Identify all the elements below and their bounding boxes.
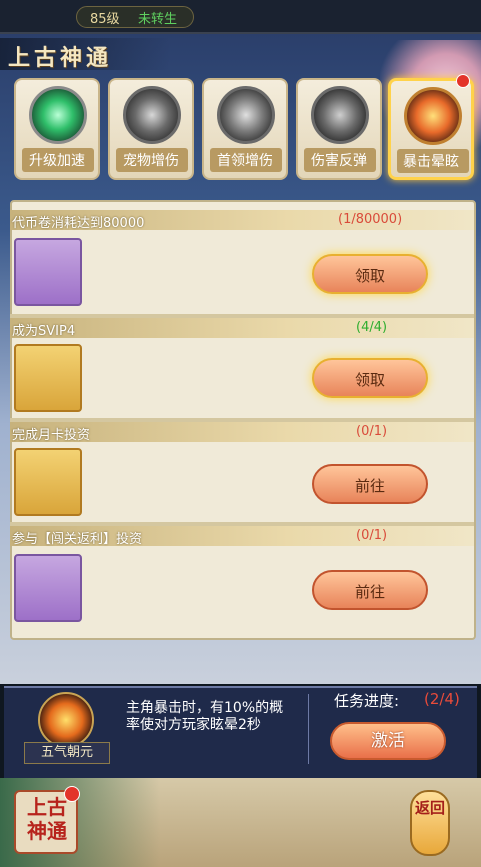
task-title: 代币卷消耗达到80000 [12, 216, 145, 231]
skill-description: 主角暴击时，有10%的概率使对方玩家眩晕2秒 [126, 700, 284, 733]
go-button[interactable]: 前往 [312, 464, 428, 504]
tab-label: 首领增伤 [217, 153, 273, 169]
divider [308, 694, 309, 764]
status-bar [0, 0, 481, 34]
task-progress: (0/1) [356, 424, 388, 439]
purple-chest-icon [14, 238, 82, 306]
claim-button[interactable]: 领取 [312, 358, 428, 398]
notification-dot [64, 786, 80, 802]
task-progress-value: (2/4) [424, 690, 460, 708]
tab-label: 伤害反弹 [311, 153, 367, 169]
notification-dot [456, 74, 470, 88]
go-button[interactable]: 前往 [312, 570, 428, 610]
tab-label: 暴击晕眩 [403, 154, 459, 170]
task-title: 完成月卡投资 [12, 428, 91, 443]
purple-chest-icon [14, 554, 82, 622]
rebirth-text: 未转生 [138, 12, 178, 27]
beast-icon [123, 86, 181, 144]
task-title: 参与【闯关返利】投资 [12, 532, 143, 547]
logo-text: 上古神通 [27, 795, 67, 843]
tab-damage-reflect[interactable]: 伤害反弹 [296, 78, 382, 180]
claim-button[interactable]: 领取 [312, 254, 428, 294]
jade-orb-icon [29, 86, 87, 144]
tab-boss-damage[interactable]: 首领增伤 [202, 78, 288, 180]
task-header [10, 318, 474, 338]
tab-label: 宠物增伤 [123, 153, 179, 169]
gold-chest-icon [14, 448, 82, 516]
task-progress-label: 任务进度: [334, 692, 400, 710]
sword-icon [217, 86, 275, 144]
gold-chest-icon [14, 344, 82, 412]
skill-name: 五气朝元 [24, 742, 110, 764]
activate-button[interactable]: 激活 [330, 722, 446, 760]
task-progress: (0/1) [356, 528, 388, 543]
skill-warrior-icon [38, 692, 94, 748]
page-title: 上古神通 [8, 45, 113, 71]
task-progress: (1/80000) [338, 212, 403, 227]
task-title: 成为SVIP4 [12, 324, 76, 339]
level-text: 85级 [90, 12, 120, 27]
tab-upgrade-speed[interactable]: 升级加速 [14, 78, 100, 180]
warrior-flame-icon [404, 87, 462, 145]
task-progress: (4/4) [356, 320, 388, 335]
tab-crit-stun[interactable]: 暴击晕眩 [388, 78, 474, 180]
tab-label: 升级加速 [29, 153, 85, 169]
back-button-label: 返回 [414, 799, 445, 817]
armor-icon [311, 86, 369, 144]
tab-pet-damage[interactable]: 宠物增伤 [108, 78, 194, 180]
